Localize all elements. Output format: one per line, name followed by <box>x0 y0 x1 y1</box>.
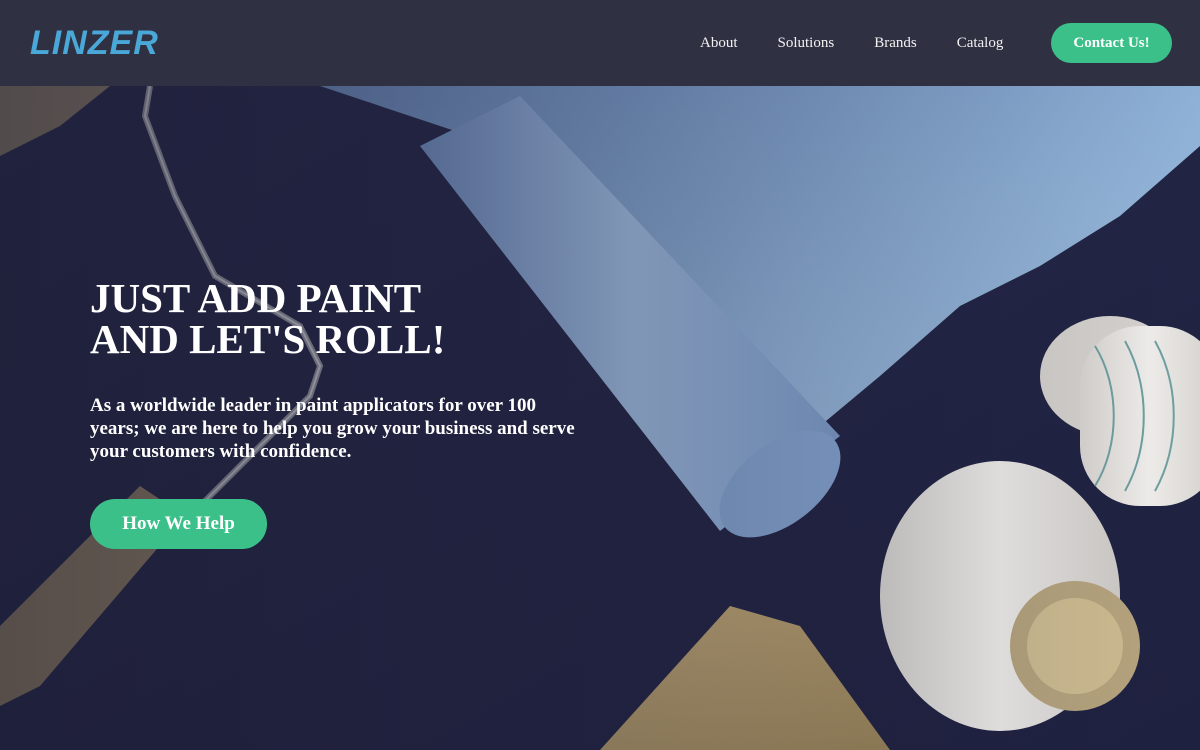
hero-subtext: As a worldwide leader in paint applicato… <box>90 395 575 462</box>
headline-line-2: AND LET'S ROLL! <box>90 316 446 362</box>
hero-headline: JUST ADD PAINT AND LET'S ROLL! <box>90 278 445 360</box>
site-header: LINZER About Solutions Brands Catalog Co… <box>0 0 1200 86</box>
nav-about-link[interactable]: About <box>700 35 738 52</box>
nav-solutions-link[interactable]: Solutions <box>778 35 835 52</box>
linzer-logo[interactable]: LINZER <box>30 24 159 62</box>
nav-catalog-link[interactable]: Catalog <box>957 35 1004 52</box>
headline-line-1: JUST ADD PAINT <box>90 275 422 321</box>
nav-brands-link[interactable]: Brands <box>874 35 917 52</box>
contact-us-button[interactable]: Contact Us! <box>1051 23 1172 63</box>
main-nav: About Solutions Brands Catalog <box>700 0 1043 86</box>
hero-section: JUST ADD PAINT AND LET'S ROLL! As a worl… <box>0 86 1200 750</box>
how-we-help-button[interactable]: How We Help <box>90 499 267 549</box>
